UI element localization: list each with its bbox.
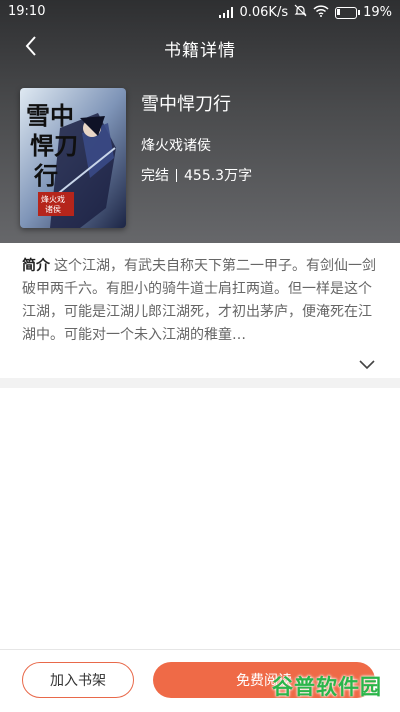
network-speed: 0.06K/s bbox=[239, 5, 289, 20]
intro-label: 简介 bbox=[22, 258, 50, 274]
section-divider bbox=[0, 378, 400, 388]
battery-icon bbox=[335, 6, 361, 19]
book-meta: 完结 455.3万字 bbox=[141, 165, 252, 185]
mute-icon bbox=[294, 4, 307, 21]
watermark-logo: 谷普软件园 bbox=[272, 675, 382, 699]
book-header: 19:10 0.06K/s 19% 书籍详情 雪中 悍刀 行 烽火戏 诸侯 雪中… bbox=[0, 0, 400, 243]
cover-title-char: 雪中 bbox=[26, 101, 74, 130]
svg-text:烽火戏: 烽火戏 bbox=[41, 194, 65, 204]
page-title: 书籍详情 bbox=[164, 41, 236, 61]
cellular-signal-icon bbox=[219, 7, 234, 18]
navbar: 书籍详情 bbox=[0, 30, 400, 64]
book-title: 雪中悍刀行 bbox=[141, 94, 231, 115]
battery-percent: 19% bbox=[363, 5, 392, 20]
svg-text:悍刀: 悍刀 bbox=[30, 131, 78, 160]
status-time: 19:10 bbox=[8, 4, 46, 19]
wifi-icon bbox=[313, 4, 329, 21]
svg-text:诸侯: 诸侯 bbox=[45, 205, 61, 214]
meta-divider bbox=[176, 168, 177, 182]
intro-text: 这个江湖，有武夫自称天下第二一甲子。有剑仙一剑破甲两千六。有胆小的骑牛道士肩扛两… bbox=[22, 258, 376, 343]
chevron-down-icon[interactable] bbox=[357, 358, 377, 372]
book-cover: 雪中 悍刀 行 烽火戏 诸侯 bbox=[20, 88, 126, 228]
book-status: 完结 bbox=[141, 168, 169, 184]
svg-text:行: 行 bbox=[33, 161, 58, 190]
book-intro[interactable]: 简介 这个江湖，有武夫自称天下第二一甲子。有剑仙一剑破甲两千六。有胆小的骑牛道士肩… bbox=[22, 255, 378, 347]
status-indicators: 0.06K/s 19% bbox=[219, 4, 392, 21]
status-bar: 19:10 0.06K/s 19% bbox=[0, 0, 400, 24]
add-to-shelf-button[interactable]: 加入书架 bbox=[22, 662, 134, 698]
book-author[interactable]: 烽火戏诸侯 bbox=[141, 135, 211, 155]
word-count: 455.3万字 bbox=[184, 168, 253, 184]
